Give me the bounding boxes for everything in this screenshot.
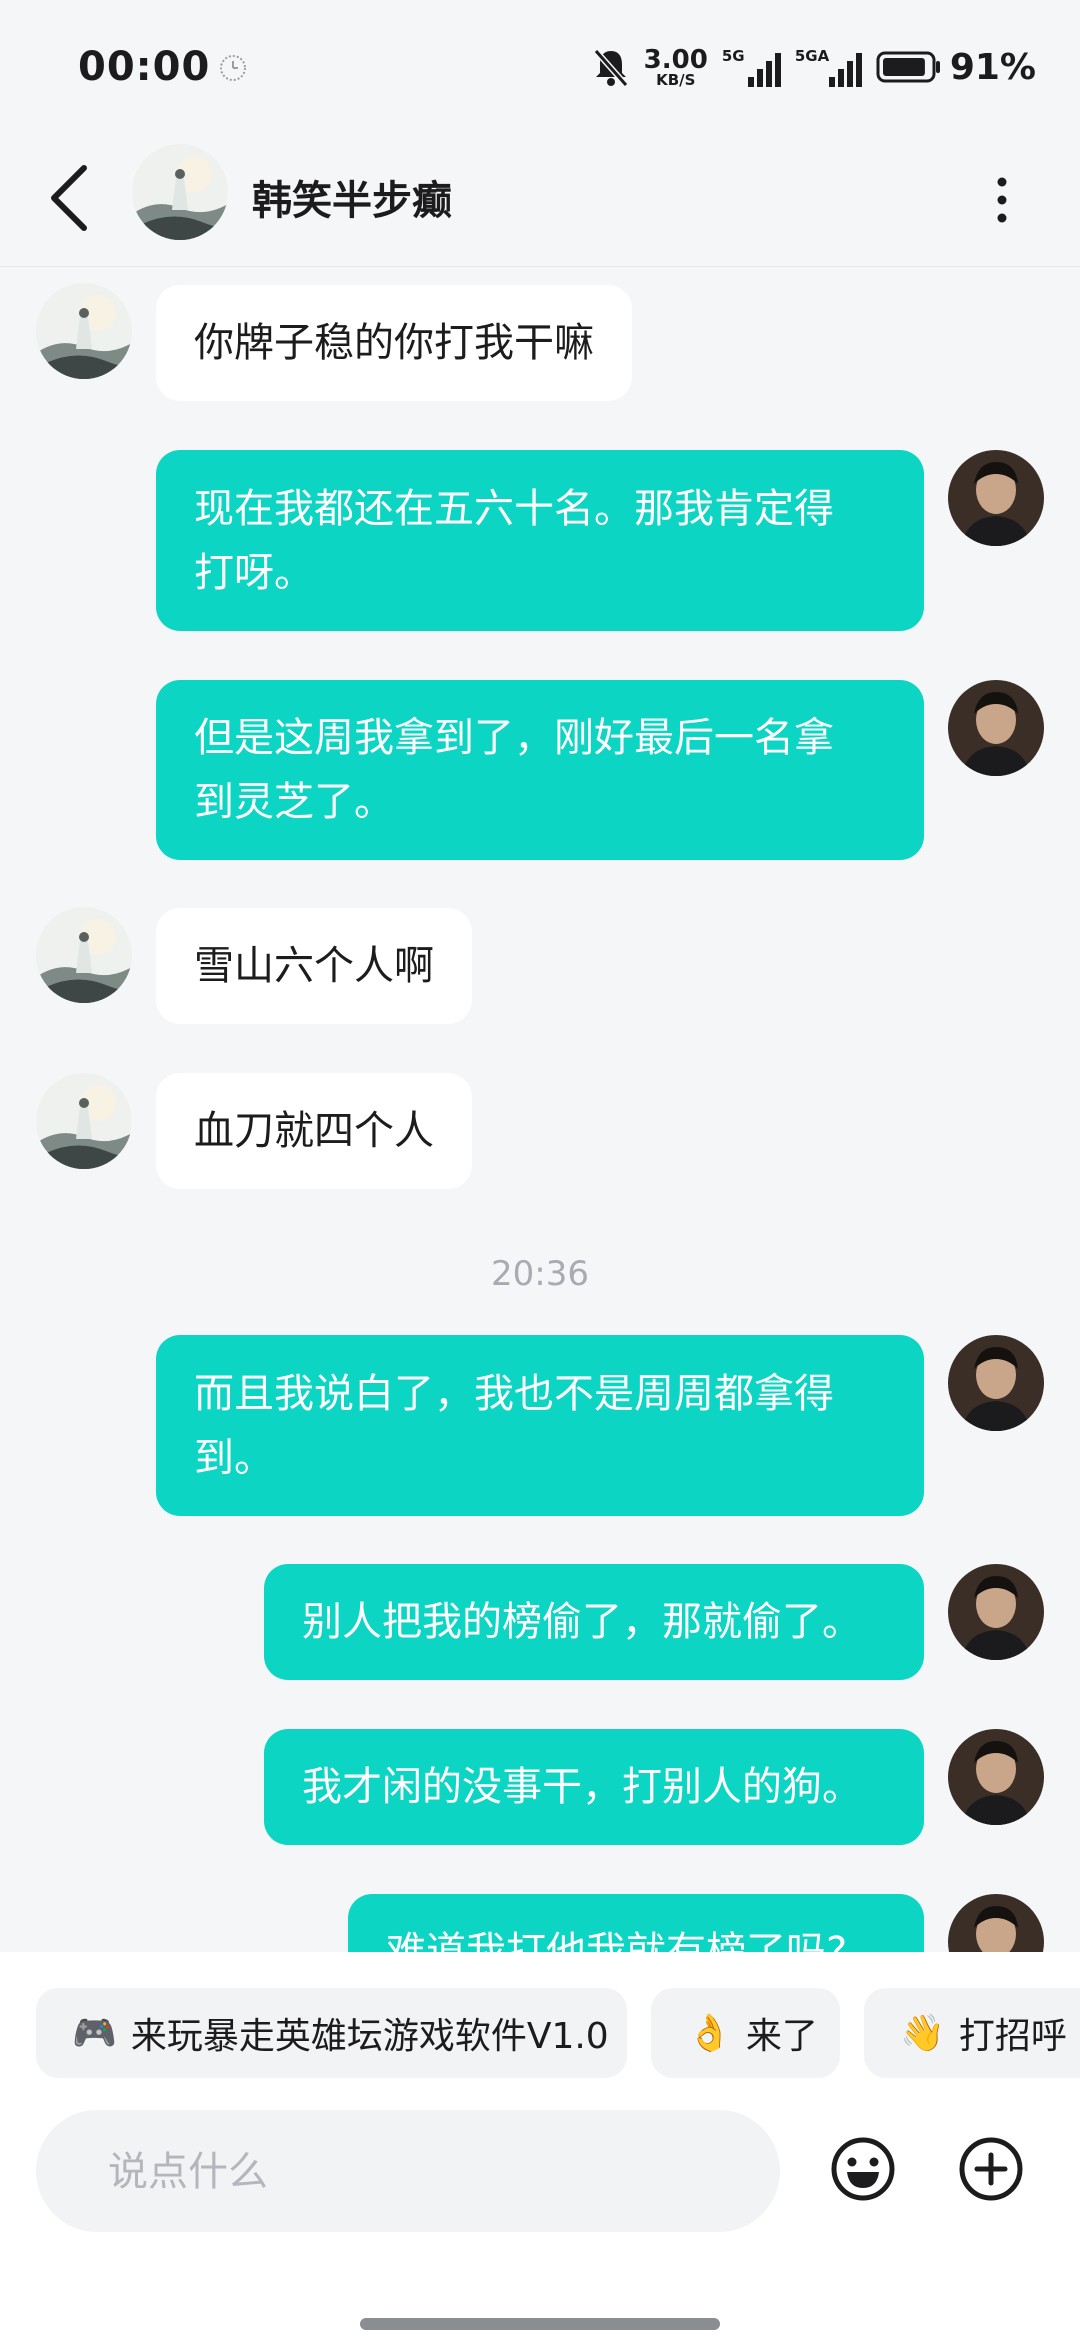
- quick-reply-label: 来玩暴走英雄坛游戏软件V1.0: [130, 2016, 609, 2057]
- game-controller-icon: 🎮: [72, 2013, 117, 2054]
- person-photo-icon: [948, 1335, 1044, 1431]
- landscape-avatar-icon: [36, 283, 132, 379]
- message-line: 到灵芝了。: [194, 779, 394, 825]
- message-text: 别人把我的榜偷了，那就偷了。: [302, 1599, 862, 1645]
- message-line: 现在我都还在五六十名。那我肯定得: [194, 485, 834, 532]
- message-line: 但是这周我拿到了，刚好最后一名拿: [194, 715, 834, 761]
- outgoing-message[interactable]: 现在我都还在五六十名。那我肯定得 打呀。: [156, 450, 924, 631]
- person-photo-icon: [948, 450, 1044, 546]
- contact-message-avatar[interactable]: [36, 283, 132, 379]
- message-text: 现在我都还在五六十名。那我肯定得 打呀。: [194, 477, 834, 605]
- landscape-avatar-icon: [36, 907, 132, 1003]
- contact-message-avatar[interactable]: [36, 1073, 132, 1169]
- incoming-message[interactable]: 你牌子稳的你打我干嘛: [156, 285, 632, 401]
- outgoing-message[interactable]: 别人把我的榜偷了，那就偷了。: [264, 1564, 924, 1680]
- outgoing-message[interactable]: 难道我打他我就有榜了吗?: [348, 1894, 924, 1952]
- message-input[interactable]: [106, 2110, 750, 2234]
- quick-reply-greet[interactable]: 👋 打招呼: [864, 1988, 1080, 2078]
- quick-reply-label: 打招呼: [958, 2016, 1067, 2057]
- outgoing-message[interactable]: 而且我说白了，我也不是周周都拿得 到。: [156, 1335, 924, 1516]
- message-text: 而且我说白了，我也不是周周都拿得 到。: [194, 1362, 834, 1490]
- message-text: 但是这周我拿到了，刚好最后一名拿 到灵芝了。: [194, 706, 834, 834]
- quick-reply-coming[interactable]: 👌 来了: [651, 1988, 840, 2078]
- waving-hand-icon: 👋: [900, 2013, 945, 2054]
- battery-indicator: 91%: [876, 47, 1036, 88]
- outgoing-message[interactable]: 但是这周我拿到了，刚好最后一名拿 到灵芝了。: [156, 680, 924, 860]
- plus-circle-icon[interactable]: [958, 2136, 1024, 2202]
- message-text: 雪山六个人啊: [194, 943, 434, 989]
- quick-reply-label: 来了: [745, 2016, 818, 2057]
- signal-5ga-icon: 5GA: [795, 47, 862, 87]
- quick-reply-game[interactable]: 🎮 来玩暴走英雄坛游戏软件V1.0: [36, 1988, 627, 2078]
- contact-message-avatar[interactable]: [36, 907, 132, 1003]
- network-speed-unit: KB/S: [656, 70, 696, 89]
- person-photo-icon: [948, 680, 1044, 776]
- my-avatar[interactable]: [948, 450, 1044, 546]
- back-chevron-icon[interactable]: [44, 160, 104, 236]
- status-bar: 00:00 3.00 KB/S 5G 5GA 91%: [0, 0, 1080, 130]
- message-text: 我才闲的没事干，打别人的狗。: [302, 1764, 862, 1810]
- smiley-icon[interactable]: [830, 2136, 896, 2202]
- composer-area: 🎮 来玩暴走英雄坛游戏软件V1.0 👌 来了 👋 打招呼: [0, 1952, 1080, 2352]
- outgoing-message[interactable]: 我才闲的没事干，打别人的狗。: [264, 1729, 924, 1845]
- person-photo-icon: [948, 1564, 1044, 1660]
- alarm-clock-icon: [220, 55, 246, 81]
- person-photo-icon: [948, 1729, 1044, 1825]
- chat-header: 韩笑半步癫: [0, 130, 1080, 267]
- contact-avatar[interactable]: [132, 144, 228, 240]
- signal-5g-icon: 5G: [722, 47, 781, 87]
- bell-muted-icon: [593, 49, 628, 87]
- my-avatar[interactable]: [948, 1729, 1044, 1825]
- my-avatar[interactable]: [948, 680, 1044, 776]
- landscape-avatar-icon: [132, 144, 228, 240]
- my-avatar[interactable]: [948, 1564, 1044, 1660]
- message-line: 而且我说白了，我也不是周周都拿得: [194, 1370, 834, 1417]
- message-line: 到。: [194, 1434, 274, 1481]
- more-vertical-icon[interactable]: [982, 170, 1022, 230]
- network-speed: 3.00 KB/S: [644, 47, 708, 88]
- chat-title: 韩笑半步癫: [252, 178, 452, 224]
- incoming-message[interactable]: 血刀就四个人: [156, 1073, 472, 1189]
- my-avatar[interactable]: [948, 1894, 1044, 1952]
- signal-5ga-label: 5GA: [794, 47, 830, 65]
- home-indicator[interactable]: [360, 2318, 720, 2330]
- message-text: 难道我打他我就有榜了吗?: [386, 1929, 848, 1952]
- status-indicators: 3.00 KB/S 5G 5GA 91%: [592, 44, 1036, 90]
- incoming-message[interactable]: 雪山六个人啊: [156, 908, 472, 1024]
- message-input-wrapper: [36, 2110, 780, 2234]
- message-timestamp: 20:36: [491, 1254, 589, 1294]
- message-line: 打呀。: [194, 549, 314, 596]
- status-time: 00:00: [78, 44, 211, 90]
- message-list[interactable]: 你牌子稳的你打我干嘛 现在我都还在五六十名。那我肯定得 打呀。 但是这周我拿到了…: [0, 267, 1080, 1952]
- battery-percent: 91%: [949, 46, 1036, 88]
- ok-hand-icon: 👌: [687, 2013, 732, 2054]
- network-speed-value: 3.00: [643, 44, 708, 75]
- signal-5g-label: 5G: [721, 47, 745, 65]
- my-avatar[interactable]: [948, 1335, 1044, 1431]
- person-photo-icon: [948, 1894, 1044, 1952]
- message-text: 你牌子稳的你打我干嘛: [194, 320, 594, 366]
- message-text: 血刀就四个人: [194, 1108, 434, 1154]
- landscape-avatar-icon: [36, 1073, 132, 1169]
- battery-icon: [876, 51, 940, 83]
